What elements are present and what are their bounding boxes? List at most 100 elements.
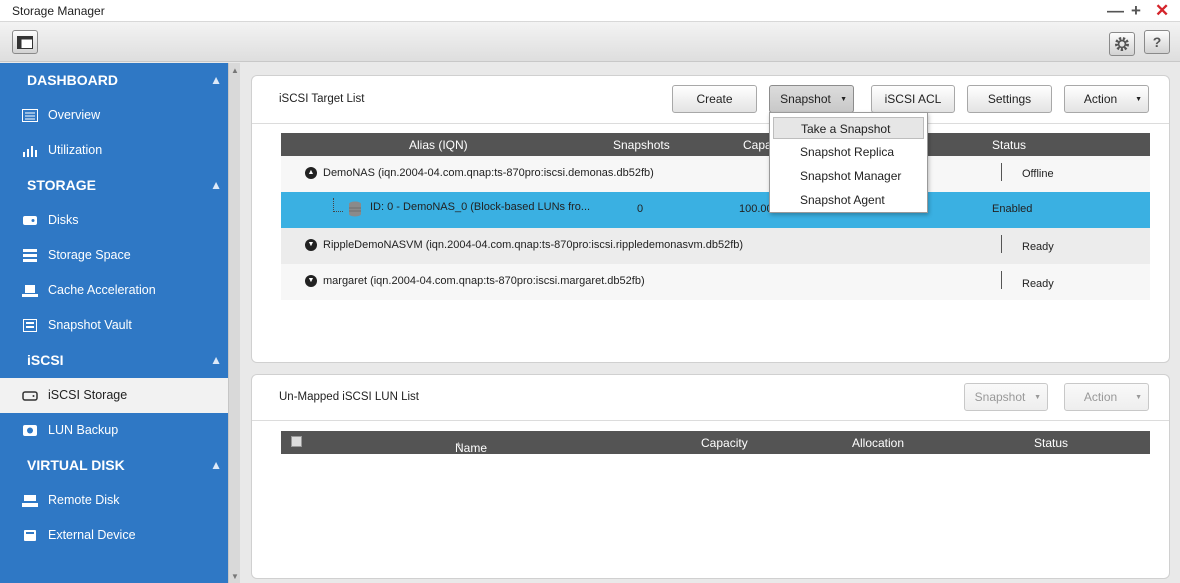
tree-connector [333, 198, 343, 212]
sidebar-item-external-device[interactable]: External Device [0, 518, 228, 553]
select-all-checkbox[interactable] [291, 436, 302, 447]
status-cell: Offline [1022, 168, 1054, 180]
sidebar-item-label: External Device [48, 528, 136, 542]
lun-action-button[interactable]: Action ▼ [1064, 383, 1149, 411]
overview-icon [22, 109, 38, 122]
alias-cell: RippleDemoNASVM (iqn.2004-04.com.qnap:ts… [323, 239, 744, 251]
sort-asc-icon: ▲ [455, 441, 462, 448]
remote-disk-icon [22, 495, 38, 507]
snapshots-cell: 0 [637, 203, 644, 215]
cache-icon [22, 285, 38, 297]
status-cell: Ready [1022, 278, 1054, 290]
sidebar-item-overview[interactable]: Overview [0, 98, 228, 133]
chevron-up-icon: ▲ [210, 178, 222, 192]
column-capacity[interactable]: Capacity [701, 436, 748, 450]
table-row-selected[interactable]: ID: 0 - DemoNAS_0 (Block-based LUNs fro.… [281, 192, 1150, 228]
sidebar-item-storage-space[interactable]: Storage Space [0, 238, 228, 273]
help-icon: ? [1152, 34, 1162, 50]
menu-item-take-snapshot[interactable]: Take a Snapshot [773, 117, 924, 139]
divider [1001, 235, 1002, 253]
sidebar-item-label: Utilization [48, 143, 103, 157]
sidebar-item-snapshot-vault[interactable]: Snapshot Vault [0, 308, 228, 343]
column-allocation[interactable]: Allocation [852, 436, 904, 450]
menu-item-snapshot-manager[interactable]: Snapshot Manager [773, 165, 924, 187]
help-button[interactable]: ? [1144, 30, 1170, 54]
unmapped-lun-panel: Un-Mapped iSCSI LUN List Snapshot ▼ Actio… [251, 374, 1170, 579]
gear-icon [1115, 37, 1129, 51]
table-row[interactable]: ▼ RippleDemoNASVM (iqn.2004-04.com.qnap:… [281, 228, 1150, 264]
iscsi-acl-button[interactable]: iSCSI ACL [871, 85, 955, 113]
sidebar-section-virtual-disk[interactable]: VIRTUAL DISK ▲ [0, 448, 228, 483]
divider [252, 123, 1169, 124]
toolbar: ? [0, 22, 1180, 62]
column-status[interactable]: Status [992, 138, 1026, 152]
alias-cell: DemoNAS (iqn.2004-04.com.qnap:ts-870pro:… [323, 167, 654, 179]
backup-icon [23, 425, 37, 436]
window-title: Storage Manager [12, 4, 105, 18]
divider [252, 420, 1169, 421]
storage-space-icon [23, 249, 37, 262]
panel-layout-icon [17, 35, 33, 49]
lun-alias-cell: ID: 0 - DemoNAS_0 (Block-based LUNs fro.… [370, 201, 591, 213]
panel-title: iSCSI Target List [279, 93, 365, 105]
panel-toggle-button[interactable] [12, 30, 38, 54]
sidebar-item-lun-backup[interactable]: LUN Backup [0, 413, 228, 448]
sidebar-item-remote-disk[interactable]: Remote Disk [0, 483, 228, 518]
panel-title: Un-Mapped iSCSI LUN List [279, 391, 419, 403]
alias-cell: margaret (iqn.2004-04.com.qnap:ts-870pro… [323, 275, 645, 287]
snapshot-dropdown-button[interactable]: Snapshot ▼ [769, 85, 854, 113]
external-device-icon [24, 530, 36, 541]
column-status[interactable]: Status [1034, 436, 1068, 450]
disk-icon [23, 216, 37, 225]
sidebar-item-label: Cache Acceleration [48, 283, 156, 297]
caret-down-icon: ▼ [1135, 394, 1142, 401]
sidebar-item-label: Snapshot Vault [48, 318, 132, 332]
menu-item-snapshot-replica[interactable]: Snapshot Replica [773, 141, 924, 163]
lun-snapshot-button[interactable]: Snapshot ▼ [964, 383, 1048, 411]
sidebar-item-disks[interactable]: Disks [0, 203, 228, 238]
create-button[interactable]: Create [672, 85, 757, 113]
sidebar-scrollbar[interactable]: ▲ ▼ [228, 63, 240, 583]
scroll-up-icon[interactable]: ▲ [231, 66, 239, 75]
column-snapshots[interactable]: Snapshots [613, 138, 670, 152]
column-alias[interactable]: Alias (IQN) [409, 138, 468, 152]
collapse-icon[interactable]: ▲ [305, 167, 317, 179]
expand-icon[interactable]: ▼ [305, 275, 317, 287]
sidebar-item-utilization[interactable]: Utilization [0, 133, 228, 168]
iscsi-storage-icon [22, 391, 38, 401]
status-cell: Ready [1022, 241, 1054, 253]
sidebar-item-iscsi-storage[interactable]: iSCSI Storage [0, 378, 228, 413]
table-row[interactable]: ▼ margaret (iqn.2004-04.com.qnap:ts-870p… [281, 264, 1150, 300]
sidebar-section-storage[interactable]: STORAGE ▲ [0, 168, 228, 203]
settings-gear-button[interactable] [1109, 32, 1135, 56]
sidebar-section-dashboard[interactable]: DASHBOARD ▲ [0, 63, 228, 98]
divider [1001, 163, 1002, 181]
sidebar-item-label: Disks [48, 213, 79, 227]
bar-chart-icon [23, 146, 37, 157]
action-dropdown-button[interactable]: Action ▼ [1064, 85, 1149, 113]
close-icon[interactable]: ✕ [1155, 2, 1169, 19]
vault-icon [23, 319, 37, 332]
menu-item-snapshot-agent[interactable]: Snapshot Agent [773, 189, 924, 211]
table-row[interactable]: ▲ DemoNAS (iqn.2004-04.com.qnap:ts-870pr… [281, 156, 1150, 192]
lun-database-icon [349, 201, 361, 217]
chevron-up-icon: ▲ [210, 73, 222, 87]
maximize-icon[interactable]: + [1131, 2, 1141, 19]
sidebar-item-label: Remote Disk [48, 493, 120, 507]
minimize-icon[interactable]: — [1107, 2, 1124, 19]
chevron-up-icon: ▲ [210, 458, 222, 472]
sidebar-section-iscsi[interactable]: iSCSI ▲ [0, 343, 228, 378]
sidebar-item-label: iSCSI Storage [48, 388, 128, 402]
caret-down-icon: ▼ [1135, 96, 1142, 103]
caret-down-icon: ▼ [1034, 394, 1041, 401]
divider [1001, 271, 1002, 289]
sidebar-item-label: Storage Space [48, 248, 131, 262]
caret-down-icon: ▼ [840, 96, 847, 103]
sidebar-item-cache-acceleration[interactable]: Cache Acceleration [0, 273, 228, 308]
settings-button[interactable]: Settings [967, 85, 1052, 113]
expand-icon[interactable]: ▼ [305, 239, 317, 251]
title-bar: Storage Manager — + ✕ [0, 0, 1180, 22]
sidebar-item-label: LUN Backup [48, 423, 119, 437]
scroll-down-icon[interactable]: ▼ [231, 572, 239, 581]
target-table-header: Alias (IQN) Snapshots Capacity Status [281, 133, 1150, 156]
